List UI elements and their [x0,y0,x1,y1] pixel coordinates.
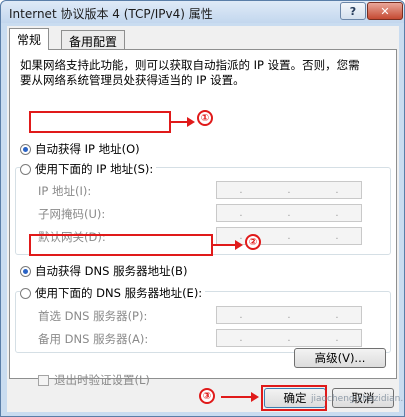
validate-settings-option[interactable]: 退出时验证设置(L) [38,372,150,388]
annotation-arrow-line-3 [221,396,253,398]
annotation-arrow-head-2 [235,240,243,250]
ip-address-input[interactable]: ... [216,181,362,199]
close-icon: ✕ [380,4,390,18]
auto-ip-radio[interactable] [20,143,31,155]
tab-alternate-config[interactable]: 备用配置 [61,30,126,49]
preferred-dns-label: 首选 DNS 服务器(P): [38,309,148,323]
annotation-arrow-head-1 [187,117,195,127]
subnet-mask-label: 子网掩码(U): [38,207,106,221]
help-button[interactable]: ? [340,2,366,20]
validate-settings-checkbox[interactable] [38,374,49,386]
help-icon: ? [349,4,357,18]
alternate-dns-label: 备用 DNS 服务器(A): [38,332,149,346]
ip-address-label: IP 地址(I): [38,184,92,198]
annotation-number-1: ① [197,110,213,126]
manual-ip-label: 使用下面的 IP 地址(S): [35,162,154,176]
annotation-number-3: ③ [199,388,215,404]
annotation-arrow-line-2 [213,244,237,246]
auto-dns-option[interactable]: 自动获得 DNS 服务器地址(B) [20,263,187,279]
validate-settings-label: 退出时验证设置(L) [54,373,150,387]
subnet-mask-input[interactable]: ... [216,204,362,222]
manual-ip-option[interactable]: 使用下面的 IP 地址(S): [20,161,157,177]
watermark: jiaocheng.chazidian.com [311,394,403,404]
annotation-box-2 [29,234,213,256]
description-text: 如果网络支持此功能，则可以获取自动指派的 IP 设置。否则，您需要从网络系统管理… [20,58,360,87]
manual-ip-radio[interactable] [20,163,31,175]
auto-dns-radio[interactable] [20,265,31,277]
annotation-number-2: ② [245,234,261,250]
auto-ip-option[interactable]: 自动获得 IP 地址(O) [20,141,140,157]
manual-dns-option[interactable]: 使用下面的 DNS 服务器地址(E): [20,285,206,301]
advanced-button[interactable]: 高级(V)... [294,348,386,368]
tab-general[interactable]: 常规 [9,28,50,50]
general-panel: 如果网络支持此功能，则可以获取自动指派的 IP 设置。否则，您需要从网络系统管理… [9,49,397,387]
auto-dns-label: 自动获得 DNS 服务器地址(B) [35,264,188,278]
title-bar: Internet 协议版本 4 (TCP/IPv4) 属性 ? ✕ [1,1,404,23]
close-button[interactable]: ✕ [367,2,403,20]
preferred-dns-input[interactable]: ... [216,306,362,324]
window-title: Internet 协议版本 4 (TCP/IPv4) 属性 [9,7,213,21]
annotation-arrow-head-3 [251,392,259,402]
ipv4-properties-dialog: Internet 协议版本 4 (TCP/IPv4) 属性 ? ✕ 常规 备用配… [0,0,405,417]
dialog-body: 常规 备用配置 如果网络支持此功能，则可以获取自动指派的 IP 设置。否则，您需… [7,26,399,412]
auto-ip-label: 自动获得 IP 地址(O) [35,142,140,156]
alternate-dns-input[interactable]: ... [216,329,362,347]
manual-dns-label: 使用下面的 DNS 服务器地址(E): [35,286,203,300]
annotation-box-1 [29,111,171,133]
manual-dns-radio[interactable] [20,287,31,299]
